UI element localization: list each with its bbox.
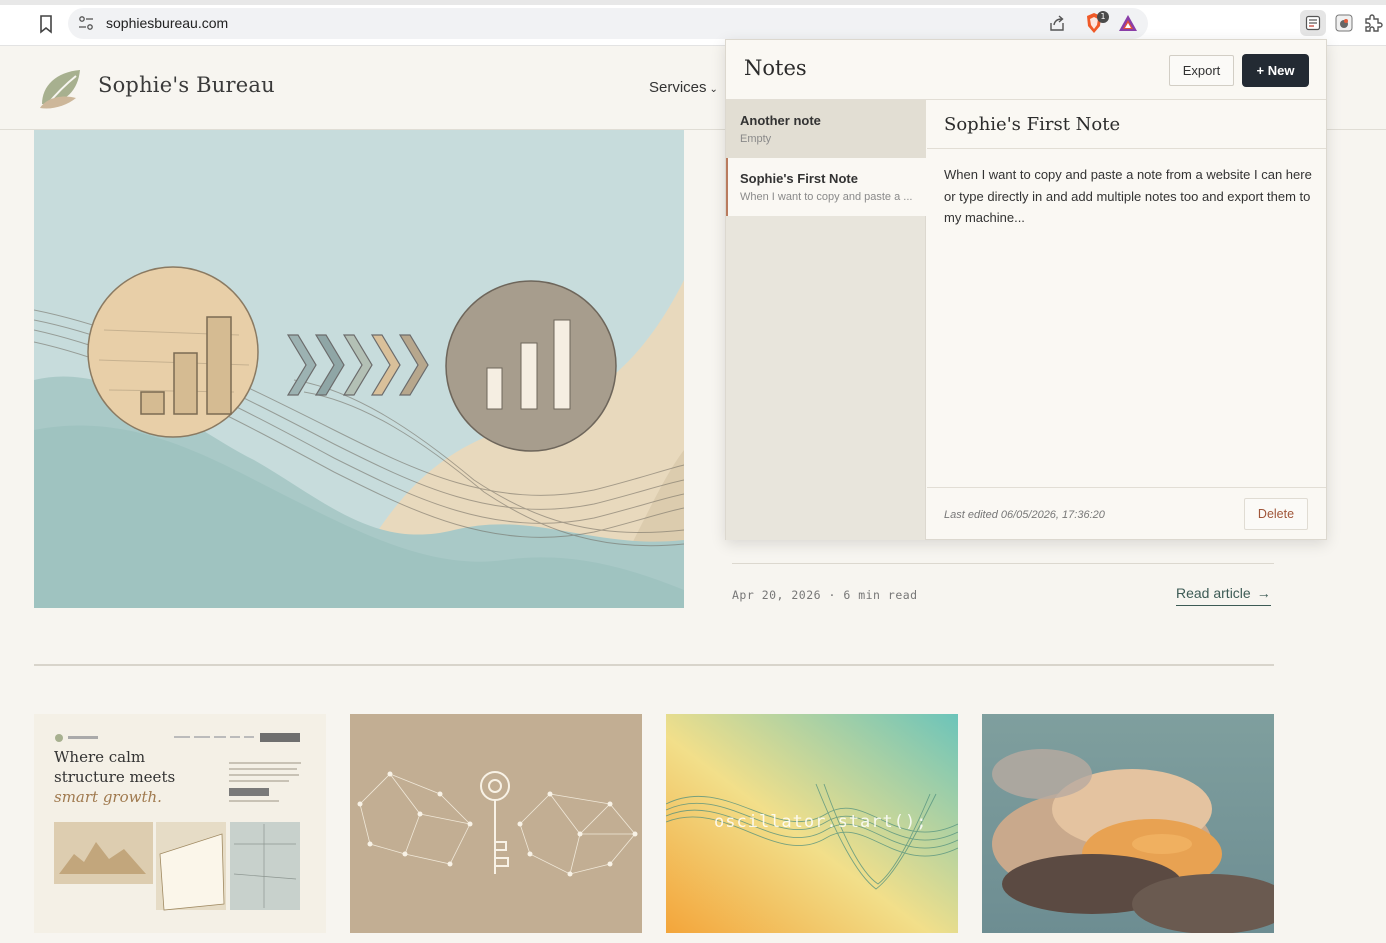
leaf-logo-icon[interactable] — [36, 64, 84, 112]
chevron-down-icon: ⌄ — [709, 84, 718, 95]
notes-popup: Notes Export + New Another note Empty So… — [725, 39, 1327, 540]
note-list-item-selected[interactable]: Sophie's First Note When I want to copy … — [726, 158, 926, 216]
delete-note-button[interactable]: Delete — [1244, 498, 1308, 530]
card1-line1: Where calm — [54, 748, 146, 766]
note-body-textarea[interactable]: When I want to copy and paste a note fro… — [944, 164, 1314, 229]
notes-extension-button[interactable] — [1300, 10, 1326, 36]
note-item-title: Another note — [740, 113, 821, 128]
article-meta: Apr 20, 2026 · 6 min read — [732, 588, 918, 602]
notes-title: Notes — [744, 56, 807, 80]
site-settings-icon[interactable] — [78, 15, 94, 31]
article-card-2[interactable] — [350, 714, 642, 933]
url-text[interactable]: sophiesbureau.com — [106, 15, 228, 31]
export-button[interactable]: Export — [1169, 55, 1234, 86]
brand-name[interactable]: Sophie's Bureau — [98, 73, 275, 97]
note-editor: Sophie's First Note When I want to copy … — [927, 100, 1326, 540]
article-card-3[interactable]: oscillator.start(); — [666, 714, 958, 933]
notes-extension-icon — [1305, 15, 1321, 31]
nav-services-label: Services — [649, 79, 707, 96]
brave-rewards-icon[interactable] — [1118, 14, 1138, 32]
extension-icon[interactable] — [1335, 14, 1353, 32]
shields-count-badge: 1 — [1097, 11, 1109, 23]
section-divider — [34, 664, 1274, 666]
note-list-item[interactable]: Another note Empty — [726, 100, 926, 158]
address-bar[interactable]: sophiesbureau.com 1 — [68, 8, 1148, 39]
note-title-divider — [927, 148, 1326, 149]
read-article-link[interactable]: Read article → — [1176, 585, 1271, 606]
note-footer: Last edited 06/05/2026, 17:36:20 Delete — [927, 487, 1326, 540]
article-divider — [732, 563, 1274, 564]
tab-strip-edge — [0, 0, 1386, 5]
note-item-title: Sophie's First Note — [740, 171, 858, 186]
note-item-preview: When I want to copy and paste a ... — [740, 191, 913, 203]
read-article-label: Read article — [1176, 585, 1251, 601]
note-item-preview: Empty — [740, 133, 772, 145]
card1-line2: structure meets — [54, 768, 176, 786]
arrow-right-icon: → — [1256, 585, 1271, 601]
card1-headline: Where calm structure meets smart growth. — [54, 747, 175, 807]
article-card-4[interactable] — [982, 714, 1274, 933]
key-network-illustration — [350, 714, 642, 933]
notes-list: Another note Empty Sophie's First Note W… — [726, 100, 926, 540]
extensions-puzzle-icon[interactable] — [1362, 12, 1384, 34]
article-card-1[interactable]: Where calm structure meets smart growth. — [34, 714, 326, 933]
bookmark-icon[interactable] — [36, 14, 56, 34]
share-icon[interactable] — [1048, 14, 1066, 32]
card1-line3: smart growth. — [54, 788, 162, 806]
nav-services-menu[interactable]: Services ⌄ — [649, 79, 718, 96]
notes-header: Notes Export + New — [726, 40, 1326, 100]
card3-code-text: oscillator.start(); — [714, 812, 928, 832]
note-title-input[interactable]: Sophie's First Note — [944, 114, 1120, 135]
last-edited-text: Last edited 06/05/2026, 17:36:20 — [944, 509, 1105, 521]
sky-clouds-photo — [982, 714, 1274, 933]
article-hero-image[interactable] — [34, 130, 684, 608]
growth-illustration — [34, 130, 684, 608]
new-note-button[interactable]: + New — [1242, 54, 1309, 87]
